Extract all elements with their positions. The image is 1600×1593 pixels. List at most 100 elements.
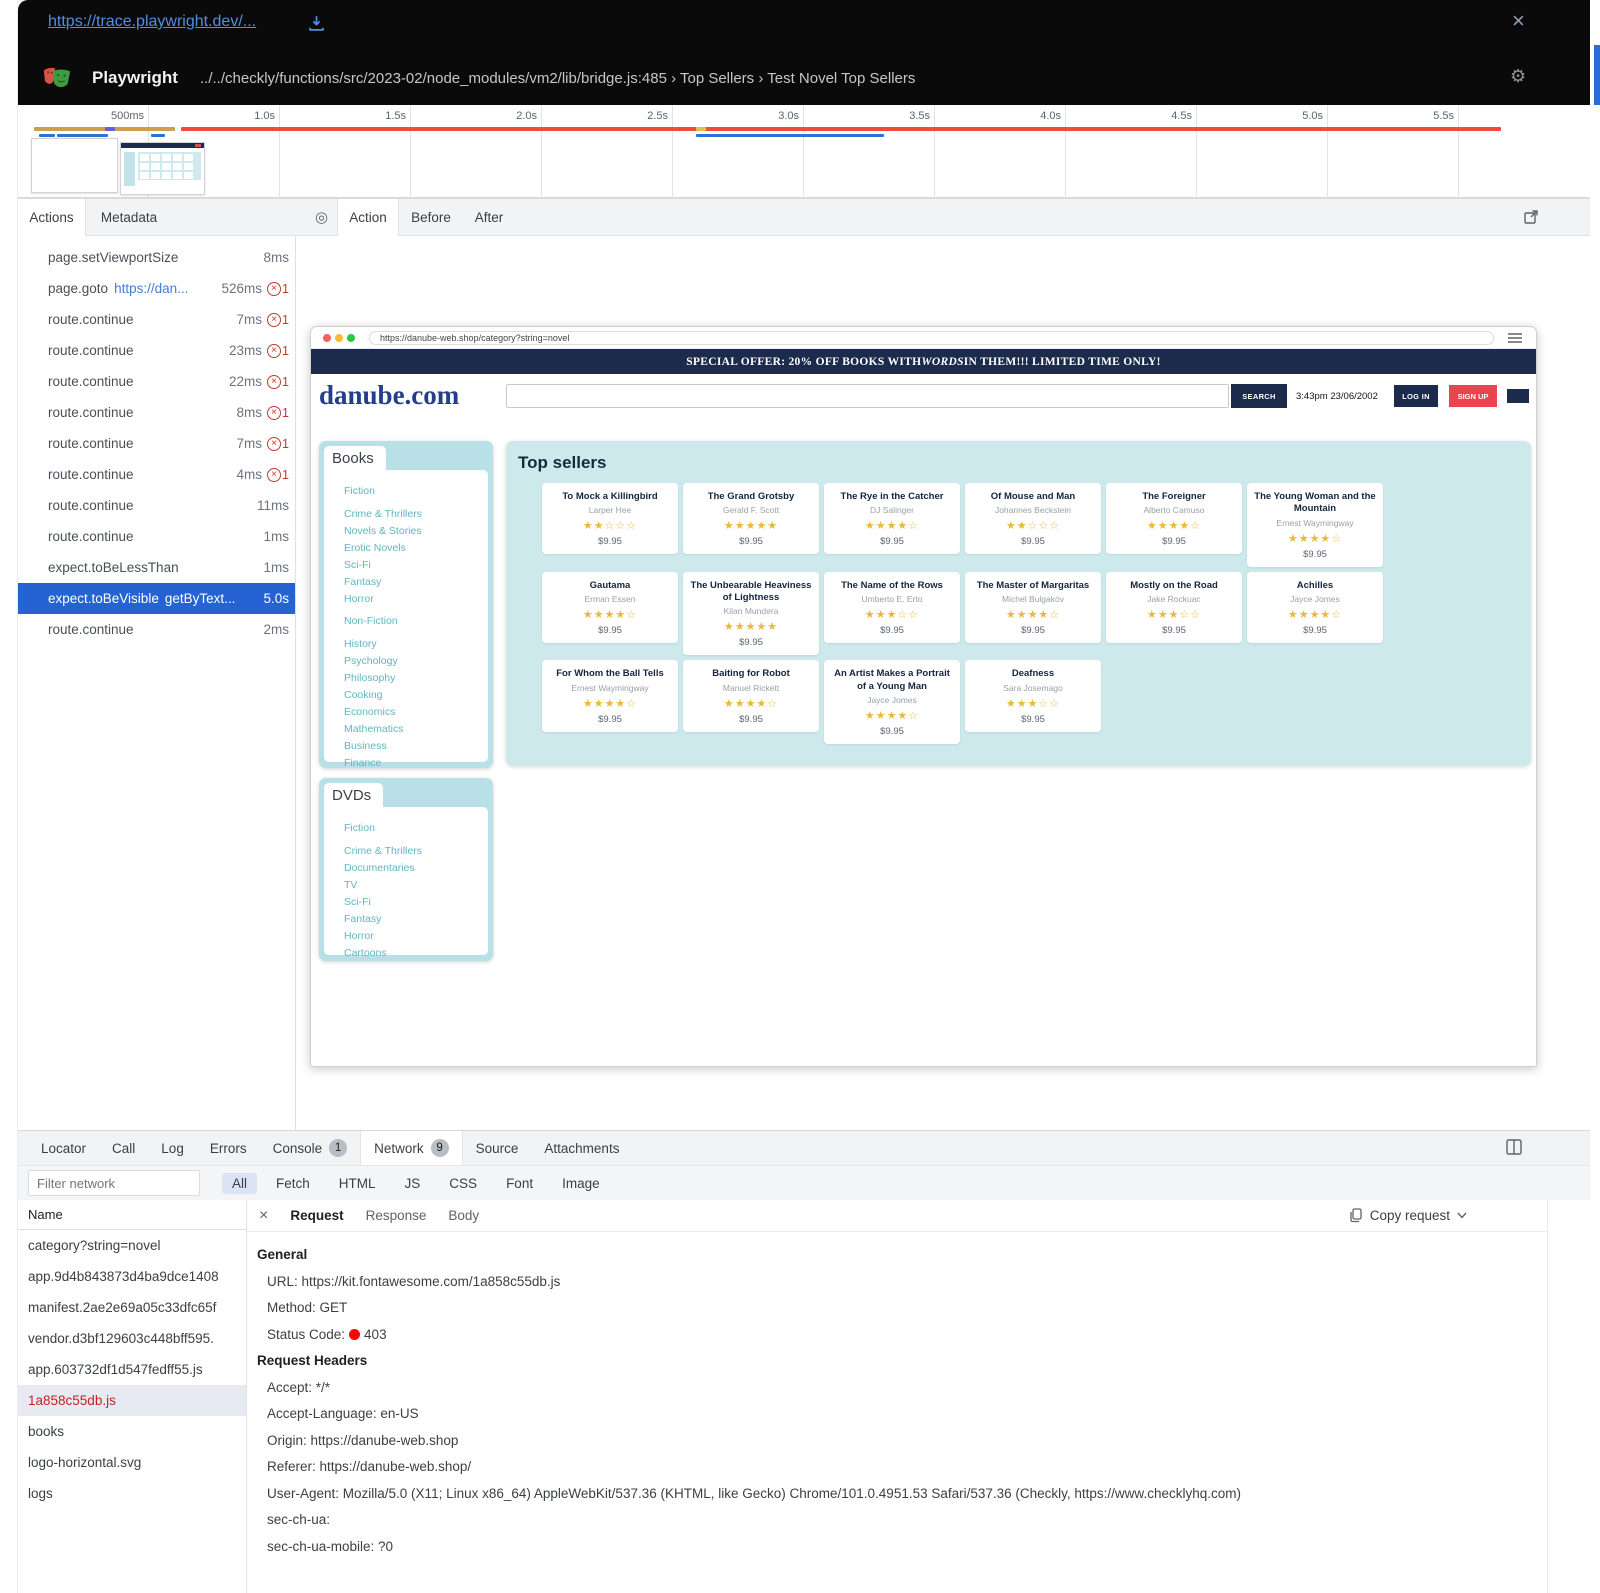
timeline-bar-network: [57, 134, 108, 137]
action-error-badge: ×1: [267, 344, 289, 358]
product-title: Of Mouse and Man: [970, 491, 1096, 503]
tab-before[interactable]: Before: [401, 199, 461, 236]
network-request-row[interactable]: category?string=novel: [18, 1230, 246, 1261]
product-author: Kilan Mundera: [688, 606, 814, 616]
error-x-icon: ×: [267, 375, 281, 389]
filter-chip[interactable]: JS: [395, 1173, 431, 1194]
network-request-row[interactable]: books: [18, 1416, 246, 1447]
close-detail-icon[interactable]: ×: [259, 1207, 268, 1225]
bottom-tab[interactable]: Call: [99, 1131, 148, 1165]
site-signup-button: SIGN UP: [1449, 385, 1497, 407]
timeline-bar-network: [696, 134, 884, 137]
film-strip-frame[interactable]: [31, 138, 118, 193]
action-row[interactable]: route.continue 22ms ×1: [18, 366, 295, 397]
error-x-icon: ×: [267, 406, 281, 420]
request-header-line: Origin: https://danube-web.shop: [257, 1428, 1547, 1455]
network-request-row[interactable]: vendor.d3bf129603c448bff595.: [18, 1323, 246, 1354]
action-row[interactable]: route.continue 23ms ×1: [18, 335, 295, 366]
tab-request[interactable]: Request: [290, 1208, 343, 1223]
product-author: Jayce Jomes: [829, 695, 955, 705]
split-view-icon[interactable]: [1505, 1138, 1523, 1161]
bottom-tab[interactable]: Console 1: [260, 1131, 361, 1165]
tab-action[interactable]: Action: [337, 199, 399, 236]
product-rating-stars: ★★★★☆: [688, 697, 814, 710]
tab-body[interactable]: Body: [448, 1208, 479, 1223]
gear-icon[interactable]: ⚙: [1510, 66, 1526, 87]
filter-network-input[interactable]: [28, 1170, 200, 1196]
action-duration: 526ms: [214, 281, 263, 296]
product-card: The Grand Grotsby Gerald F. Scott ★★★★★ …: [683, 483, 819, 554]
tab-after[interactable]: After: [463, 199, 515, 236]
request-header-line: sec-ch-ua:: [257, 1507, 1547, 1534]
target-icon[interactable]: ◎: [315, 208, 328, 226]
network-request-row[interactable]: 1a858c55db.js: [18, 1385, 246, 1416]
network-request-row[interactable]: logo-horizontal.svg: [18, 1447, 246, 1478]
category-link: Business: [334, 738, 480, 755]
product-grid: To Mock a Killingbird Larper Hee ★★☆☆☆ $…: [542, 483, 1394, 744]
filter-chip[interactable]: Font: [496, 1173, 543, 1194]
request-header-line: Referer: https://danube-web.shop/: [257, 1454, 1547, 1481]
network-filter-row: All Fetch HTML JS CSS Font Image: [18, 1166, 1590, 1200]
category-link: Horror: [334, 591, 480, 608]
filter-chip[interactable]: CSS: [439, 1173, 487, 1194]
copy-request-button[interactable]: Copy request: [1349, 1208, 1467, 1223]
action-duration: 11ms: [249, 498, 289, 513]
filter-chip[interactable]: Image: [552, 1173, 610, 1194]
network-request-row[interactable]: app.9d4b843873d4ba9dce1408: [18, 1261, 246, 1292]
action-row[interactable]: route.continue 1ms ×: [18, 521, 295, 552]
action-name: page.setViewportSize: [48, 250, 178, 265]
tab-count-badge: 1: [329, 1139, 347, 1157]
status-error-dot: [349, 1329, 360, 1340]
action-row[interactable]: page.setViewportSize 8ms ×: [18, 242, 295, 273]
filter-chip[interactable]: Fetch: [266, 1173, 320, 1194]
product-price: $9.95: [547, 536, 673, 547]
timeline-bar-purple: [105, 127, 115, 131]
action-row[interactable]: route.continue 7ms ×1: [18, 304, 295, 335]
network-request-row[interactable]: app.603732df1d547fedff55.js: [18, 1354, 246, 1385]
product-title: An Artist Makes a Portrait of a Young Ma…: [829, 668, 955, 693]
tab-response[interactable]: Response: [366, 1208, 427, 1223]
action-row[interactable]: page.goto https://dan... 526ms ×1: [18, 273, 295, 304]
bottom-tab[interactable]: Source: [463, 1131, 532, 1165]
product-author: Ernest Waymingway: [1252, 518, 1378, 528]
bottom-tab[interactable]: Attachments: [531, 1131, 632, 1165]
tab-actions[interactable]: Actions: [18, 199, 86, 236]
bottom-tab[interactable]: Locator: [28, 1131, 99, 1165]
error-x-icon: ×: [267, 313, 281, 327]
product-card: The Unbearable Heaviness of Lightness Ki…: [683, 572, 819, 656]
action-row[interactable]: route.continue 8ms ×1: [18, 397, 295, 428]
action-row[interactable]: route.continue 7ms ×1: [18, 428, 295, 459]
bottom-tab[interactable]: Errors: [197, 1131, 260, 1165]
product-card: The Young Woman and the Mountain Ernest …: [1247, 483, 1383, 567]
site-search-input: [506, 384, 1229, 408]
action-row[interactable]: route.continue 11ms ×: [18, 490, 295, 521]
tab-metadata[interactable]: Metadata: [88, 199, 170, 236]
product-price: $9.95: [688, 714, 814, 725]
bottom-tab[interactable]: Network 9: [360, 1131, 463, 1165]
bottom-tab[interactable]: Log: [148, 1131, 197, 1165]
action-row[interactable]: expect.toBeLessThan 1ms ×: [18, 552, 295, 583]
timeline[interactable]: 500ms1.0s1.5s2.0s2.5s3.0s3.5s4.0s4.5s5.0…: [18, 105, 1590, 198]
close-icon[interactable]: ×: [1512, 10, 1525, 32]
action-row[interactable]: expect.toBeVisible getByText... 5.0s ×: [18, 583, 295, 614]
product-card: Baiting for Robot Manuel Rickett ★★★★☆ $…: [683, 660, 819, 731]
action-duration: 1ms: [255, 529, 289, 544]
action-link[interactable]: https://dan...: [114, 281, 188, 296]
open-external-icon[interactable]: [1523, 209, 1539, 228]
filter-chip[interactable]: All: [222, 1173, 257, 1194]
action-error-badge: ×1: [267, 406, 289, 420]
action-error-badge: ×1: [267, 313, 289, 327]
network-request-row[interactable]: logs: [18, 1478, 246, 1509]
category-link: Mathematics: [334, 721, 480, 738]
timeline-bar-yellow: [696, 127, 706, 131]
film-strip-frame[interactable]: [120, 142, 205, 195]
action-row[interactable]: route.continue 4ms ×1: [18, 459, 295, 490]
network-request-row[interactable]: manifest.2ae2e69a05c33dfc65f: [18, 1292, 246, 1323]
action-error-badge: ×1: [267, 437, 289, 451]
action-row[interactable]: route.continue 2ms ×: [18, 614, 295, 645]
filter-chip[interactable]: HTML: [329, 1173, 386, 1194]
download-icon[interactable]: [308, 15, 325, 37]
product-author: Erman Essen: [547, 594, 673, 604]
request-header-line: User-Agent: Mozilla/5.0 (X11; Linux x86_…: [257, 1481, 1547, 1508]
trace-url-link[interactable]: https://trace.playwright.dev/...: [48, 13, 256, 31]
